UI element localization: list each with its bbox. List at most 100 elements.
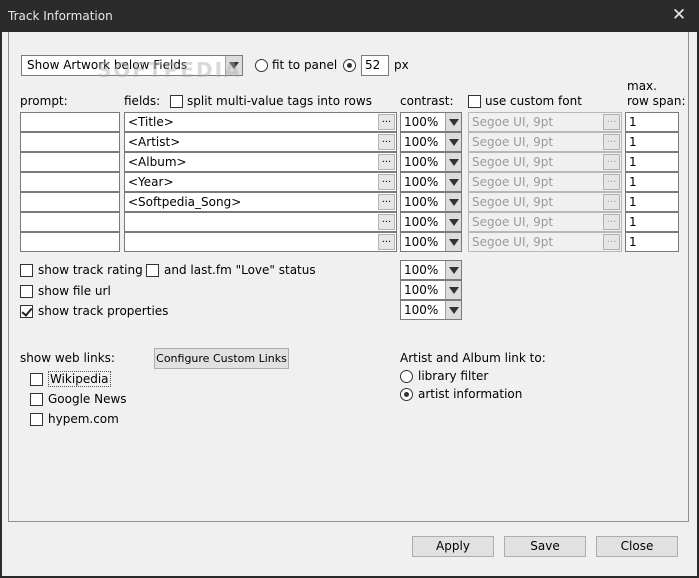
hypem-checkbox[interactable] — [30, 413, 43, 426]
contrast-header: contrast: — [400, 94, 454, 108]
row-span-value: 1 — [629, 215, 637, 229]
chevron-down-icon[interactable] — [445, 173, 461, 191]
apply-button[interactable]: Apply — [412, 536, 494, 557]
contrast-value: 100% — [404, 115, 439, 129]
row-span-input-2[interactable]: 1 — [625, 132, 679, 152]
field-edit-button[interactable]: ... — [378, 154, 395, 170]
chevron-down-icon[interactable] — [445, 113, 461, 131]
prompt-input-6[interactable] — [20, 212, 120, 232]
lastfm-love-checkbox[interactable] — [146, 264, 159, 277]
prompt-header: prompt: — [20, 94, 68, 108]
fields-header: fields: — [124, 94, 161, 108]
wikipedia-checkbox[interactable] — [30, 373, 43, 386]
contrast-value: 100% — [404, 263, 439, 277]
artwork-size-value: 52 — [365, 58, 381, 72]
font-value: Segoe UI, 9pt — [472, 155, 554, 169]
contrast-select-7[interactable]: 100% — [400, 232, 462, 252]
artwork-size-input[interactable]: 52 — [361, 55, 389, 76]
lastfm-love-label: and last.fm "Love" status — [164, 263, 316, 277]
chevron-down-icon[interactable] — [445, 133, 461, 151]
custom-font-checkbox[interactable] — [468, 95, 481, 108]
show-track-rating-label: show track rating — [38, 263, 143, 277]
fixed-size-radio[interactable] — [343, 59, 356, 72]
field-value: <Album> — [128, 155, 187, 169]
size-unit-label: px — [394, 58, 409, 72]
configure-custom-links-button[interactable]: Configure Custom Links — [154, 348, 289, 369]
row-span-input-6[interactable]: 1 — [625, 212, 679, 232]
row-span-value: 1 — [629, 155, 637, 169]
google-news-checkbox[interactable] — [30, 393, 43, 406]
chevron-down-icon[interactable] — [445, 281, 461, 299]
contrast-value: 100% — [404, 215, 439, 229]
contrast-select-3[interactable]: 100% — [400, 152, 462, 172]
prompt-input-5[interactable] — [20, 192, 120, 212]
prompt-input-3[interactable] — [20, 152, 120, 172]
fit-to-panel-label: fit to panel — [272, 58, 338, 72]
field-edit-button[interactable]: ... — [378, 114, 395, 130]
row-span-input-4[interactable]: 1 — [625, 172, 679, 192]
split-multivalue-checkbox[interactable] — [170, 95, 183, 108]
field-edit-button[interactable]: ... — [378, 174, 395, 190]
row-span-input-3[interactable]: 1 — [625, 152, 679, 172]
show-file-url-checkbox[interactable] — [20, 285, 33, 298]
file-url-contrast-select[interactable]: 100% — [400, 280, 462, 300]
hypem-label: hypem.com — [48, 412, 119, 426]
artist-information-radio[interactable] — [400, 388, 413, 401]
font-edit-button: ... — [603, 114, 620, 130]
prompt-input-2[interactable] — [20, 132, 120, 152]
chevron-down-icon[interactable] — [445, 233, 461, 251]
field-edit-button[interactable]: ... — [378, 194, 395, 210]
link-to-label: Artist and Album link to: — [400, 351, 546, 365]
library-filter-radio[interactable] — [400, 370, 413, 383]
show-track-properties-checkbox[interactable] — [20, 305, 33, 318]
chevron-down-icon[interactable] — [225, 56, 242, 75]
artwork-mode-select[interactable]: Show Artwork below Fields — [21, 55, 243, 76]
track-rating-contrast-select[interactable]: 100% — [400, 260, 462, 280]
contrast-select-1[interactable]: 100% — [400, 112, 462, 132]
field-edit-button[interactable]: ... — [378, 234, 395, 250]
font-input-3: Segoe UI, 9pt... — [468, 152, 622, 172]
field-edit-button[interactable]: ... — [378, 134, 395, 150]
font-input-1: Segoe UI, 9pt... — [468, 112, 622, 132]
fit-to-panel-radio[interactable] — [255, 59, 268, 72]
row-span-input-5[interactable]: 1 — [625, 192, 679, 212]
google-news-label: Google News — [48, 392, 127, 406]
field-input-5[interactable]: <Softpedia_Song>... — [124, 192, 397, 212]
settings-panel: Show Artwork below Fields SOFTPEDIA fit … — [8, 32, 689, 557]
field-edit-button[interactable]: ... — [378, 214, 395, 230]
chevron-down-icon[interactable] — [445, 301, 461, 319]
row-span-value: 1 — [629, 175, 637, 189]
chevron-down-icon[interactable] — [445, 213, 461, 231]
library-filter-label: library filter — [418, 369, 489, 383]
track-properties-contrast-select[interactable]: 100% — [400, 300, 462, 320]
field-input-6[interactable]: ... — [124, 212, 397, 232]
save-button[interactable]: Save — [504, 536, 586, 557]
wikipedia-label: Wikipedia — [48, 371, 111, 387]
field-value: <Title> — [128, 115, 174, 129]
contrast-select-2[interactable]: 100% — [400, 132, 462, 152]
close-icon[interactable]: ✕ — [667, 4, 691, 26]
window-title: Track Information — [8, 9, 113, 23]
field-input-3[interactable]: <Album>... — [124, 152, 397, 172]
split-multivalue-label: split multi-value tags into rows — [187, 94, 372, 108]
contrast-select-4[interactable]: 100% — [400, 172, 462, 192]
show-track-rating-checkbox[interactable] — [20, 264, 33, 277]
field-input-4[interactable]: <Year>... — [124, 172, 397, 192]
chevron-down-icon[interactable] — [445, 261, 461, 279]
contrast-select-6[interactable]: 100% — [400, 212, 462, 232]
field-input-1[interactable]: <Title>... — [124, 112, 397, 132]
row-span-input-7[interactable]: 1 — [625, 232, 679, 252]
prompt-input-7[interactable] — [20, 232, 120, 252]
field-input-7[interactable]: ... — [124, 232, 397, 252]
contrast-value: 100% — [404, 175, 439, 189]
chevron-down-icon[interactable] — [445, 193, 461, 211]
contrast-value: 100% — [404, 135, 439, 149]
contrast-select-5[interactable]: 100% — [400, 192, 462, 212]
row-span-input-1[interactable]: 1 — [625, 112, 679, 132]
close-button[interactable]: Close — [596, 536, 678, 557]
field-input-2[interactable]: <Artist>... — [124, 132, 397, 152]
prompt-input-1[interactable] — [20, 112, 120, 132]
chevron-down-icon[interactable] — [445, 153, 461, 171]
artwork-mode-value: Show Artwork below Fields — [27, 58, 188, 72]
prompt-input-4[interactable] — [20, 172, 120, 192]
